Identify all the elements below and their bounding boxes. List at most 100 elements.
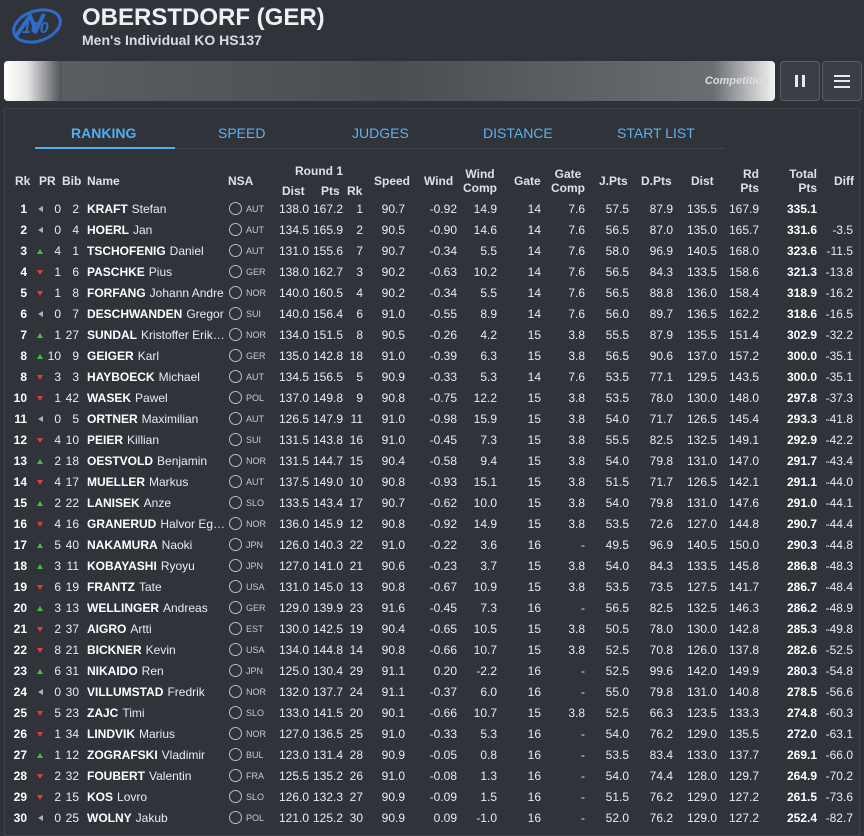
athlete-name[interactable]: KOBAYASHI Ryoyu [87,559,227,573]
pause-button[interactable] [780,61,820,101]
table-row[interactable]: 23 6 31 125.0 130.4 29 91.1 0.20 -2.2 16 - 52.5 99.6… [5,661,861,682]
cell-wc: 15.9 [473,412,497,426]
country-flag-icon [229,559,242,572]
table-row[interactable]: 24 0 30 132.0 137.7 24 91.1 -0.37 6.0 16 - 55.0 79.8… [5,682,861,703]
table-row[interactable]: 6 0 7 140.0 156.4 6 91.0 -0.55 8.9 14 7.6 56.0 89.7 1… [5,304,861,325]
table-row[interactable]: 1 0 2 138.0 167.2 1 90.7 -0.92 14.9 14 7.6 57.5 87.9… [5,199,861,220]
table-row[interactable]: 11 0 5 126.5 147.9 11 91.0 -0.98 15.9 15 3.8 54.0 71… [5,409,861,430]
tab-judges[interactable]: JUDGES [352,125,409,141]
athlete-name[interactable]: TSCHOFENIG Daniel [87,244,227,258]
table-row[interactable]: 17 5 40 126.0 140.3 22 91.0 -0.22 3.6 16 - 49.5 96.9… [5,535,861,556]
athlete-name[interactable]: WOLNY Jakub [87,811,227,825]
athlete-name[interactable]: AIGRO Artti [87,622,227,636]
cell-wind: -0.92 [429,517,457,531]
table-row[interactable]: 16 4 16 136.0 145.9 12 90.8 -0.92 14.9 15 3.8 53.5 7… [5,514,861,535]
athlete-name[interactable]: PEIER Killian [87,433,227,447]
nation-code: USA [246,582,265,592]
athlete-name[interactable]: HAYBOECK Michael [87,370,227,384]
athlete-name[interactable]: ZOGRAFSKI Vladimir [87,748,227,762]
menu-button[interactable] [822,61,862,101]
cell-jp: 53.5 [605,748,629,762]
athlete-name[interactable]: ZAJC Timi [87,706,227,720]
athlete-name[interactable]: FOUBERT Valentin [87,769,227,783]
cell-dp: 73.5 [649,580,673,594]
athlete-name[interactable]: PASCHKE Pius [87,265,227,279]
athlete-name[interactable]: NAKAMURA Naoki [87,538,227,552]
athlete-name[interactable]: KOS Lovro [87,790,227,804]
cell-pr: 10 [47,349,61,363]
table-row[interactable]: 8 10 9 135.0 142.8 18 91.0 -0.39 6.3 15 3.8 56.5 90.… [5,346,861,367]
cell-dp: 79.8 [649,685,673,699]
table-row[interactable]: 21 2 37 130.0 142.5 19 90.4 -0.65 10.5 15 3.8 50.5 7… [5,619,861,640]
athlete-name[interactable]: FRANTZ Tate [87,580,227,594]
athlete-name[interactable]: NIKAIDO Ren [87,664,227,678]
cell-bib: 9 [72,349,79,363]
tab-ranking[interactable]: RANKING [71,125,136,141]
cell-tot: 293.3 [786,412,817,426]
cell-rk: 23 [13,664,27,678]
athlete-name[interactable]: WELLINGER Andreas [87,601,227,615]
cell-bib: 32 [65,769,79,783]
table-row[interactable]: 22 8 21 134.0 144.8 14 90.8 -0.66 10.7 15 3.8 52.5 7… [5,640,861,661]
athlete-name[interactable]: OESTVOLD Benjamin [87,454,227,468]
cell-pts: 167.2 [312,202,343,216]
cell-dist: 138.0 [278,265,309,279]
athlete-name[interactable]: LANISEK Anze [87,496,227,510]
rank-up-icon [37,501,43,506]
table-row[interactable]: 3 4 1 131.0 155.6 7 90.7 -0.34 5.5 14 7.6 58.0 96.9 1… [5,241,861,262]
cell-wc: 5.3 [480,727,497,741]
table-row[interactable]: 20 3 13 129.0 139.9 23 91.6 -0.45 7.3 16 - 56.5 82.5… [5,598,861,619]
athlete-name[interactable]: GRANERUD Halvor Eg… [87,517,227,531]
athlete-name[interactable]: LINDVIK Marius [87,727,227,741]
athlete-name[interactable]: SUNDAL Kristoffer Erik… [87,328,227,342]
athlete-name[interactable]: HOERL Jan [87,223,227,237]
table-row[interactable]: 19 6 19 131.0 145.0 13 90.8 -0.67 10.9 15 3.8 53.5 7… [5,577,861,598]
athlete-name[interactable]: DESCHWANDEN Gregor [87,307,227,321]
table-row[interactable]: 8 3 3 134.5 156.5 5 90.9 -0.33 5.3 14 7.6 53.5 77.1 1… [5,367,861,388]
table-row[interactable]: 10 1 42 137.0 149.8 9 90.8 -0.75 12.2 15 3.8 53.5 78… [5,388,861,409]
athlete-last-name: WOLNY [87,811,132,825]
cell-pts: 143.8 [312,433,343,447]
table-row[interactable]: 4 1 6 138.0 162.7 3 90.2 -0.63 10.2 14 7.6 56.5 84.3… [5,262,861,283]
table-row[interactable]: 28 2 32 125.5 135.2 26 91.0 -0.08 1.3 16 - 54.0 74.4… [5,766,861,787]
table-row[interactable]: 18 3 11 127.0 141.0 21 90.6 -0.23 3.7 15 3.8 54.0 84… [5,556,861,577]
col-wind-comp: Wind Comp [460,167,500,195]
tab-speed[interactable]: SPEED [218,125,265,141]
table-row[interactable]: 5 1 8 140.0 160.5 4 90.2 -0.34 5.5 14 7.6 56.5 88.8 1… [5,283,861,304]
athlete-name[interactable]: BICKNER Kevin [87,643,227,657]
nation-code: AUT [246,246,264,256]
athlete-name[interactable]: ORTNER Maximilian [87,412,227,426]
cell-pts: 141.5 [312,706,343,720]
cell-pr: 2 [54,622,61,636]
table-row[interactable]: 2 0 4 134.5 165.9 2 90.5 -0.90 14.6 14 7.6 56.5 87.0… [5,220,861,241]
cell-tot: 321.3 [786,265,817,279]
table-row[interactable]: 27 1 12 123.0 131.4 28 90.9 -0.05 0.8 16 - 53.5 83.4… [5,745,861,766]
table-row[interactable]: 14 4 17 137.5 149.0 10 90.8 -0.93 15.1 15 3.8 51.5 7… [5,472,861,493]
athlete-name[interactable]: WASEK Pawel [87,391,227,405]
cell-tot: 280.3 [786,664,817,678]
cell-speed: 91.0 [381,538,405,552]
tab-start-list[interactable]: START LIST [617,125,695,141]
table-row[interactable]: 12 4 10 131.5 143.8 16 91.0 -0.45 7.3 15 3.8 55.5 82… [5,430,861,451]
athlete-name[interactable]: KRAFT Stefan [87,202,227,216]
table-row[interactable]: 25 5 23 133.0 141.5 20 90.1 -0.66 10.7 15 3.8 52.5 6… [5,703,861,724]
athlete-name[interactable]: VILLUMSTAD Fredrik [87,685,227,699]
table-row[interactable]: 7 1 27 134.0 151.5 8 90.5 -0.26 4.2 15 3.8 55.5 87.9… [5,325,861,346]
table-row[interactable]: 15 2 22 133.5 143.4 17 90.7 -0.62 10.0 15 3.8 54.0 7… [5,493,861,514]
cell-dist: 127.0 [278,727,309,741]
table-row[interactable]: 29 2 15 126.0 132.3 27 90.9 -0.09 1.5 16 - 51.5 76.2… [5,787,861,808]
athlete-first-name: Benjamin [157,454,208,468]
athlete-name[interactable]: FORFANG Johann Andre [87,286,227,300]
cell-dist: 136.0 [278,517,309,531]
cell-rd: 150.0 [728,538,759,552]
cell-pr: 1 [54,265,61,279]
cell-gc: - [581,601,585,615]
tab-distance[interactable]: DISTANCE [483,125,553,141]
table-row[interactable]: 13 2 18 131.5 144.7 15 90.4 -0.58 9.4 15 3.8 54.0 79… [5,451,861,472]
table-row[interactable]: 30 0 25 121.0 125.2 30 90.9 0.09 -1.0 16 - 52.0 76.2… [5,808,861,829]
cell-rd: 162.2 [728,307,759,321]
nation-code: POL [246,813,265,823]
athlete-name[interactable]: MUELLER Markus [87,475,227,489]
table-row[interactable]: 26 1 34 127.0 136.5 25 91.0 -0.33 5.3 16 - 54.0 76.2… [5,724,861,745]
athlete-name[interactable]: GEIGER Karl [87,349,227,363]
